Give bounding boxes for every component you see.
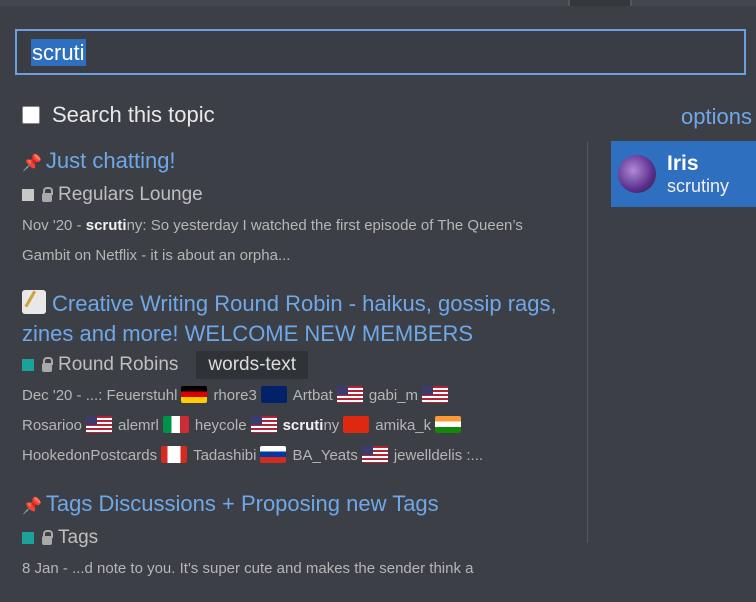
category-color-swatch: [22, 359, 34, 371]
canada-flag-icon: [161, 446, 188, 463]
tab-right[interactable]: [630, 0, 756, 6]
result-title-text[interactable]: Just chatting!: [46, 148, 176, 173]
result-date: Nov '20: [22, 217, 73, 234]
blurb-user: ny: [323, 417, 340, 434]
category-label[interactable]: Tags: [58, 527, 98, 549]
column-divider: [587, 142, 588, 543]
result-item[interactable]: 📌 Just chatting! Regulars Lounge Nov '20 …: [22, 146, 562, 271]
category-color-swatch: [22, 532, 34, 544]
options-link[interactable]: options: [681, 104, 752, 130]
tag-badge[interactable]: words-text: [196, 351, 309, 379]
result-title[interactable]: Creative Writing Round Robin - haikus, g…: [22, 289, 562, 349]
category-color-swatch: [22, 189, 34, 201]
search-this-topic-label: Search this topic: [52, 102, 215, 127]
blurb-user: - ...: Feuerstuhl: [72, 387, 178, 404]
us-flag-icon: [336, 386, 363, 403]
australia-flag-icon: [260, 386, 287, 403]
pin-icon: 📌: [22, 155, 42, 172]
italy-flag-icon: [162, 416, 189, 433]
search-input-value: scruti: [31, 39, 86, 66]
search-results: 📌 Just chatting! Regulars Lounge Nov '20 …: [22, 146, 562, 602]
blurb-sep: -: [72, 217, 86, 234]
user-result-card[interactable]: Iris scrutiny: [611, 141, 756, 207]
result-category[interactable]: Round Robins words-text: [22, 351, 562, 379]
avatar: [618, 155, 656, 193]
us-flag-icon: [422, 386, 449, 403]
hong-kong-flag-icon: [343, 416, 370, 433]
blurb-user: Rosarioo: [22, 417, 83, 434]
blurb-user: gabi_m: [368, 387, 419, 404]
category-label[interactable]: Round Robins: [58, 354, 178, 376]
result-title[interactable]: 📌 Tags Discussions + Proposing new Tags: [22, 489, 562, 522]
result-category[interactable]: Tags: [22, 524, 562, 552]
result-blurb: 8 Jan - ...d note to you. It's super cut…: [22, 554, 562, 584]
result-date: 8 Jan: [22, 560, 59, 577]
russia-flag-icon: [260, 446, 287, 463]
result-item[interactable]: Creative Writing Round Robin - haikus, g…: [22, 289, 562, 471]
blurb-highlight: scruti: [85, 217, 127, 234]
india-flag-icon: [435, 416, 462, 433]
category-label[interactable]: Regulars Lounge: [58, 184, 203, 206]
search-this-topic-checkbox[interactable]: [22, 106, 40, 124]
result-item[interactable]: 📌 Tags Discussions + Proposing new Tags T…: [22, 489, 562, 584]
us-flag-icon: [250, 416, 277, 433]
lock-icon: [42, 529, 53, 545]
tab-left[interactable]: [0, 0, 570, 6]
result-title-text[interactable]: Creative Writing Round Robin - haikus, g…: [22, 291, 557, 346]
user-name: Iris: [667, 151, 699, 175]
lock-icon: [42, 356, 53, 372]
lock-icon: [42, 186, 53, 202]
germany-flag-icon: [181, 386, 208, 403]
result-title-text[interactable]: Tags Discussions + Proposing new Tags: [46, 491, 439, 516]
blurb-user: Tadashibi: [193, 447, 257, 464]
blurb-user: rhore3: [213, 387, 257, 404]
result-blurb: Dec '20 - ...: Feuerstuhl rhore3 Artbat gab…: [22, 381, 562, 471]
blurb-text: - ...d note to you. It's super cute and …: [58, 560, 474, 577]
search-this-topic-row[interactable]: Search this topic: [22, 102, 215, 128]
result-date: Dec '20: [22, 387, 73, 404]
search-input[interactable]: [15, 29, 746, 75]
user-username: scrutiny: [667, 175, 730, 196]
us-flag-icon: [361, 446, 388, 463]
result-blurb: Nov '20 - scrutiny: So yesterday I watch…: [22, 211, 562, 271]
user-info: Iris scrutiny: [667, 152, 729, 197]
blurb-user: amika_k: [375, 417, 432, 434]
result-category[interactable]: Regulars Lounge: [22, 181, 562, 209]
memo-icon: [22, 290, 46, 314]
blurb-user: heycole: [194, 417, 247, 434]
us-flag-icon: [86, 416, 113, 433]
blurb-user: alemrl: [118, 417, 159, 434]
result-title[interactable]: 📌 Just chatting!: [22, 146, 562, 179]
blurb-user: BA_Yeats: [292, 447, 358, 464]
blurb-user: jewelldelis :...: [393, 447, 484, 464]
blurb-highlight: scruti: [282, 417, 324, 434]
blurb-user: Artbat: [292, 387, 333, 404]
blurb-user: HookedonPostcards: [22, 447, 158, 464]
pin-icon: 📌: [22, 498, 42, 515]
